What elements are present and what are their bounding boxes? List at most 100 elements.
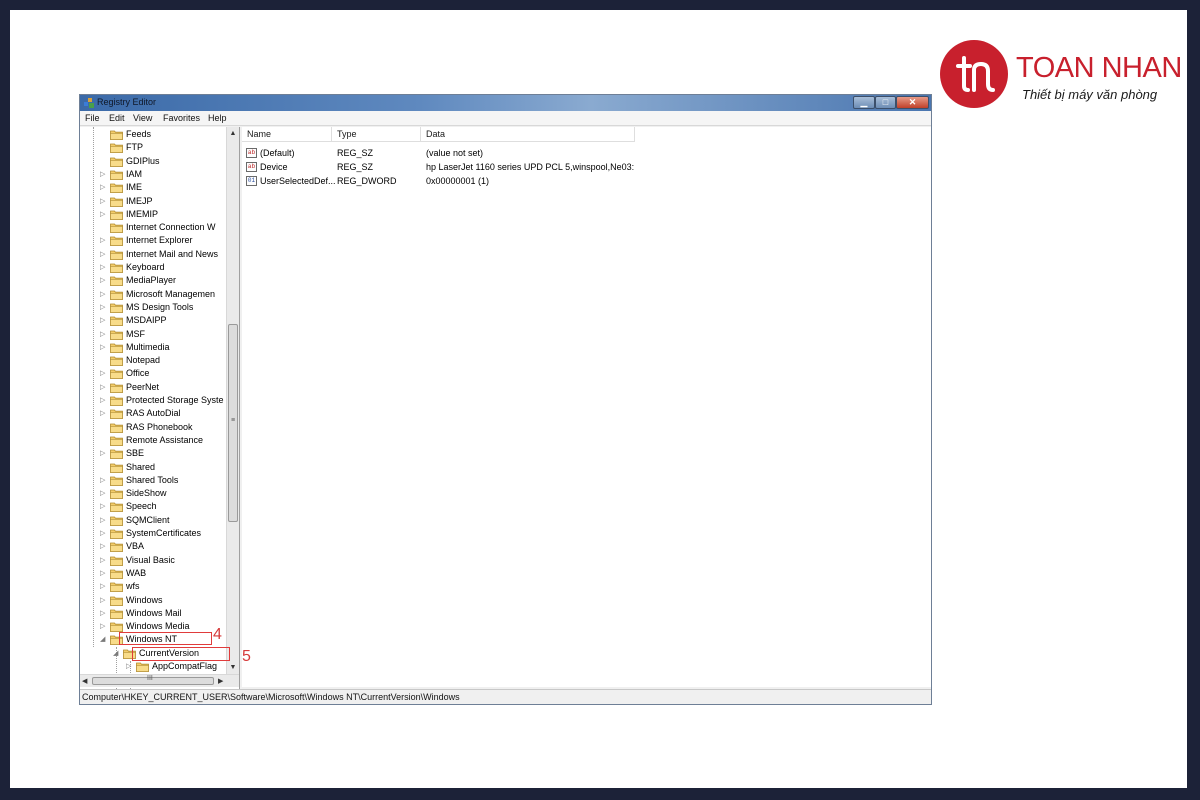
title-bar[interactable]: Registry Editor ▁ □ ✕ xyxy=(80,95,931,111)
expand-arrow-icon[interactable]: ▷ xyxy=(100,487,108,500)
expand-arrow-icon[interactable]: ▷ xyxy=(100,274,108,287)
tree-item[interactable]: ▷ SystemCertificates xyxy=(80,527,226,540)
values-list[interactable]: Name Type Data ab (Default) REG_SZ (valu… xyxy=(242,127,931,687)
minimize-button[interactable]: ▁ xyxy=(853,96,875,109)
tree-horizontal-scrollbar[interactable]: ◀ III ▶ xyxy=(80,674,239,687)
expand-arrow-icon[interactable]: ▷ xyxy=(100,314,108,327)
expand-arrow-icon[interactable]: ▷ xyxy=(100,168,108,181)
folder-icon xyxy=(110,396,123,406)
scroll-down-icon[interactable]: ▼ xyxy=(227,661,239,674)
menu-edit[interactable]: Edit xyxy=(109,113,125,123)
tree-item[interactable]: Shared xyxy=(80,461,226,474)
expand-arrow-icon[interactable]: ▷ xyxy=(100,181,108,194)
expand-arrow-icon[interactable]: ▷ xyxy=(100,567,108,580)
tree-item[interactable]: ▷ Speech xyxy=(80,500,226,513)
menu-file[interactable]: File xyxy=(85,113,100,123)
tree-item[interactable]: ▷ VBA xyxy=(80,540,226,553)
tree-item[interactable]: ▷ SBE xyxy=(80,447,226,460)
tree-item[interactable]: Notepad xyxy=(80,354,226,367)
tree-item[interactable]: ▷ IMEJP xyxy=(80,195,226,208)
value-data: 0x00000001 (1) xyxy=(426,176,490,186)
menu-favorites[interactable]: Favorites xyxy=(163,113,200,123)
expand-arrow-icon[interactable]: ▷ xyxy=(100,594,108,607)
value-row[interactable]: ab Device REG_SZ hp LaserJet 1160 series… xyxy=(242,160,931,174)
scroll-thumb[interactable]: ≡ xyxy=(228,324,238,522)
tree-item[interactable]: ▷ AppCompatFlag xyxy=(80,660,226,673)
tree-item[interactable]: GDIPlus xyxy=(80,155,226,168)
tree-item[interactable]: Internet Connection W xyxy=(80,221,226,234)
hscroll-thumb[interactable]: III xyxy=(92,675,214,685)
column-data[interactable]: Data xyxy=(421,127,635,142)
tree-item[interactable]: ▷ MSDAIPP xyxy=(80,314,226,327)
tree-item[interactable]: Remote Assistance xyxy=(80,434,226,447)
tree-item[interactable]: ▷ Windows Mail xyxy=(80,607,226,620)
scroll-up-icon[interactable]: ▲ xyxy=(227,127,239,140)
tree-item[interactable]: ▷ Windows xyxy=(80,594,226,607)
value-row[interactable]: 01 UserSelectedDef... REG_DWORD 0x000000… xyxy=(242,174,931,188)
tree-item[interactable]: ▷ Office xyxy=(80,367,226,380)
tree-item[interactable]: FTP xyxy=(80,141,226,154)
column-type[interactable]: Type xyxy=(332,127,421,142)
close-button[interactable]: ✕ xyxy=(896,96,929,109)
tree-item[interactable]: ▷ IMEMIP xyxy=(80,208,226,221)
expand-arrow-icon[interactable]: ▷ xyxy=(100,607,108,620)
expand-arrow-icon[interactable]: ▷ xyxy=(100,620,108,633)
expand-arrow-icon[interactable]: ▷ xyxy=(100,301,108,314)
expand-arrow-icon[interactable]: ▷ xyxy=(100,195,108,208)
menu-view[interactable]: View xyxy=(133,113,152,123)
tree-item[interactable]: ▷ Protected Storage Syste xyxy=(80,394,226,407)
expanded-arrow-icon[interactable]: ◢ xyxy=(113,647,121,660)
tree-item[interactable]: ▷ Microsoft Managemen xyxy=(80,288,226,301)
tree-item[interactable]: ▷ Visual Basic xyxy=(80,554,226,567)
menu-help[interactable]: Help xyxy=(208,113,227,123)
expand-arrow-icon[interactable]: ▷ xyxy=(100,514,108,527)
maximize-button[interactable]: □ xyxy=(875,96,896,109)
expand-arrow-icon[interactable]: ▷ xyxy=(100,527,108,540)
tree-item[interactable]: RAS Phonebook xyxy=(80,421,226,434)
expand-arrow-icon[interactable]: ▷ xyxy=(100,407,108,420)
tree-item[interactable]: ▷ Shared Tools xyxy=(80,474,226,487)
expanded-arrow-icon[interactable]: ◢ xyxy=(100,633,108,646)
tree-item[interactable]: ▷ SideShow xyxy=(80,487,226,500)
expand-arrow-icon[interactable]: ▷ xyxy=(100,261,108,274)
expand-arrow-icon[interactable]: ▷ xyxy=(100,288,108,301)
tree-item[interactable]: Feeds xyxy=(80,128,226,141)
tree-item[interactable]: ▷ MSF xyxy=(80,328,226,341)
value-row[interactable]: ab (Default) REG_SZ (value not set) xyxy=(242,146,931,160)
expand-arrow-icon[interactable]: ▷ xyxy=(100,367,108,380)
tree-item[interactable]: ▷ PeerNet xyxy=(80,381,226,394)
tree-item[interactable]: ▷ Multimedia xyxy=(80,341,226,354)
tree-item[interactable]: ▷ wfs xyxy=(80,580,226,593)
expand-arrow-icon[interactable]: ▷ xyxy=(100,328,108,341)
expand-arrow-icon[interactable]: ▷ xyxy=(100,474,108,487)
tree-item[interactable]: ▷ IAM xyxy=(80,168,226,181)
folder-icon xyxy=(110,183,123,194)
tree-item[interactable]: ▷ WAB xyxy=(80,567,226,580)
folder-icon xyxy=(110,130,123,140)
expand-arrow-icon[interactable]: ▷ xyxy=(100,341,108,354)
expand-arrow-icon[interactable]: ▷ xyxy=(100,381,108,394)
tree-item[interactable]: ▷ IME xyxy=(80,181,226,194)
key-tree[interactable]: Feeds FTP GDIPlus ▷ IAM ▷ IME ▷ IMEJP ▷ IMEMIP Inte… xyxy=(80,127,240,689)
tree-item[interactable]: ▷ MS Design Tools xyxy=(80,301,226,314)
column-name[interactable]: Name xyxy=(242,127,332,142)
expand-arrow-icon[interactable]: ▷ xyxy=(126,660,134,673)
expand-arrow-icon[interactable]: ▷ xyxy=(100,500,108,513)
expand-arrow-icon[interactable]: ▷ xyxy=(100,580,108,593)
expand-arrow-icon[interactable]: ▷ xyxy=(100,248,108,261)
tree-vertical-scrollbar[interactable]: ▲ ≡ ▼ xyxy=(226,127,239,674)
expand-arrow-icon[interactable]: ▷ xyxy=(100,394,108,407)
tree-item[interactable]: ▷ RAS AutoDial xyxy=(80,407,226,420)
expand-arrow-icon[interactable]: ▷ xyxy=(100,447,108,460)
tree-item[interactable]: ▷ MediaPlayer xyxy=(80,274,226,287)
scroll-right-icon[interactable]: ▶ xyxy=(218,675,223,688)
expand-arrow-icon[interactable]: ▷ xyxy=(100,208,108,221)
expand-arrow-icon[interactable]: ▷ xyxy=(100,540,108,553)
scroll-left-icon[interactable]: ◀ xyxy=(82,675,87,688)
tree-item[interactable]: ▷ Internet Mail and News xyxy=(80,248,226,261)
tree-item[interactable]: ▷ Internet Explorer xyxy=(80,234,226,247)
tree-item[interactable]: ▷ SQMClient xyxy=(80,514,226,527)
expand-arrow-icon[interactable]: ▷ xyxy=(100,234,108,247)
tree-item[interactable]: ▷ Keyboard xyxy=(80,261,226,274)
expand-arrow-icon[interactable]: ▷ xyxy=(100,554,108,567)
